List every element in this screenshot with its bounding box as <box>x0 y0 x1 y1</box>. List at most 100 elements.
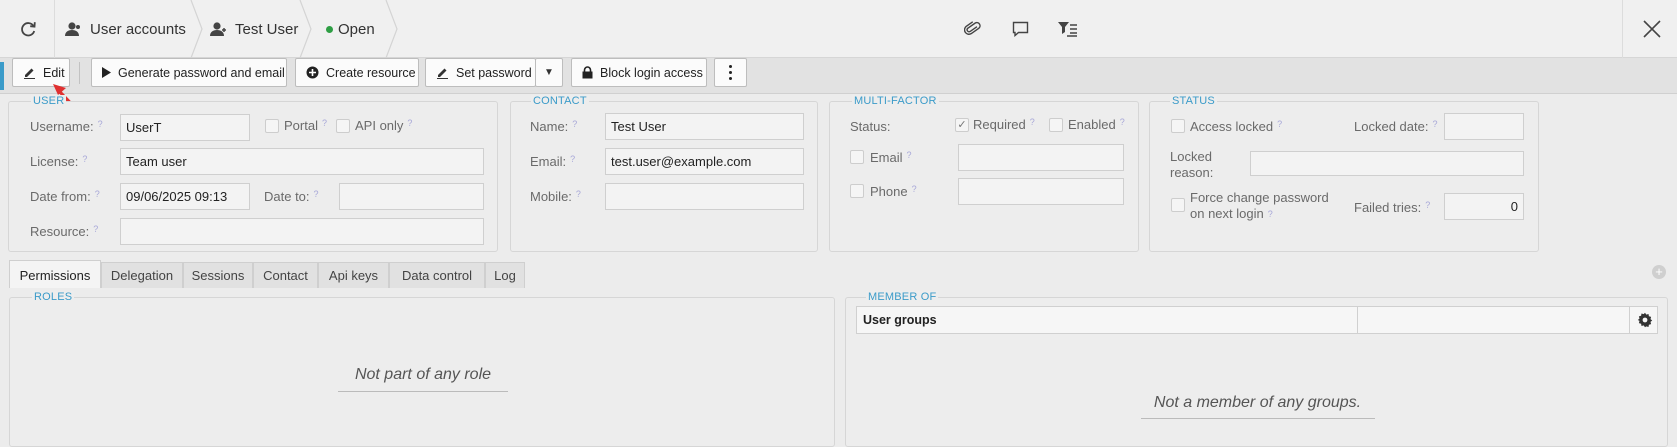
date-from-label: Date from:? <box>30 189 100 204</box>
force-change-password-checkbox[interactable] <box>1171 198 1185 212</box>
failed-tries-label: Failed tries:? <box>1354 200 1431 215</box>
lock-icon <box>582 66 593 79</box>
roles-empty-text: Not part of any role <box>354 366 492 383</box>
breadcrumb-status[interactable]: Open <box>326 0 375 58</box>
breadcrumb-test-user[interactable]: Test User <box>209 0 298 58</box>
breadcrumb-label: Test User <box>235 20 299 38</box>
breadcrumb-separator <box>299 0 312 58</box>
mfa-required-checkbox[interactable]: ✓ <box>955 118 969 132</box>
top-bar: User accounts Test User Open <box>0 0 1677 58</box>
portal-checkbox[interactable] <box>265 119 279 133</box>
tab-permissions[interactable]: Permissions <box>9 260 101 289</box>
pencil-icon <box>23 66 36 79</box>
license-label: License:? <box>30 154 88 169</box>
license-field[interactable]: Team user <box>120 148 484 175</box>
mfa-phone-label: Phone? <box>870 184 917 199</box>
date-to-field[interactable] <box>339 183 484 210</box>
attachment-icon[interactable] <box>963 20 982 38</box>
portal-label: Portal? <box>284 118 327 133</box>
email-field[interactable]: test.user@example.com <box>605 148 804 175</box>
play-icon <box>102 67 111 78</box>
breadcrumb-separator <box>385 0 398 58</box>
locked-reason-label: Locked reason: <box>1170 149 1214 180</box>
access-locked-checkbox[interactable] <box>1171 119 1185 133</box>
add-circle-icon <box>306 66 319 79</box>
mfa-enabled-checkbox[interactable] <box>1049 118 1063 132</box>
tab-api-keys[interactable]: Api keys <box>318 262 389 288</box>
breadcrumb-label: Open <box>338 20 375 38</box>
contact-section-title: CONTACT <box>531 95 589 107</box>
action-toolbar: Edit Generate password and email Create … <box>0 58 1677 94</box>
roles-section: ROLES Not part of any role <box>9 291 835 447</box>
date-from-field[interactable]: 09/06/2025 09:13 <box>120 183 250 210</box>
api-only-checkbox[interactable] <box>336 119 350 133</box>
column-divider <box>1629 307 1630 333</box>
block-login-label: Block login access <box>600 65 703 80</box>
tab-log[interactable]: Log <box>485 262 525 288</box>
member-of-section-title: MEMBER OF <box>866 291 939 303</box>
failed-tries-field: 0 <box>1444 193 1524 220</box>
user-section-title: USER <box>31 95 67 107</box>
member-of-section: MEMBER OF User groups Not a member of an… <box>845 291 1668 447</box>
date-to-label: Date to:? <box>264 189 319 204</box>
set-password-label: Set password <box>456 65 532 80</box>
generate-password-email-button[interactable]: Generate password and email <box>91 58 287 87</box>
email-label: Email:? <box>530 154 576 169</box>
username-label: Username:? <box>30 119 103 134</box>
tab-contact[interactable]: Contact <box>253 262 318 288</box>
roles-section-title: ROLES <box>32 291 75 303</box>
mfa-phone-field[interactable] <box>958 178 1124 205</box>
caret-down-icon: ▼ <box>544 67 554 78</box>
mobile-field[interactable] <box>605 183 804 210</box>
username-field[interactable]: UserT <box>120 114 250 141</box>
set-password-dropdown-button[interactable]: ▼ <box>535 58 563 87</box>
resource-label: Resource:? <box>30 224 99 239</box>
comment-icon[interactable] <box>1012 21 1029 38</box>
mfa-required-label: Required? <box>973 117 1035 132</box>
name-field[interactable]: Test User <box>605 113 804 140</box>
selection-indicator <box>0 62 4 90</box>
mfa-status-label: Status: <box>850 119 891 134</box>
multi-factor-section-title: MULTI-FACTOR <box>852 95 939 107</box>
pencil-icon <box>436 66 449 79</box>
create-resource-label: Create resource <box>326 65 416 80</box>
tab-data-control[interactable]: Data control <box>389 262 485 288</box>
member-of-empty-underline <box>1141 418 1375 419</box>
set-password-button[interactable]: Set password <box>425 58 536 87</box>
force-change-password-label: Force change password on next login? <box>1190 190 1329 221</box>
mobile-label: Mobile:? <box>530 189 581 204</box>
create-resource-button[interactable]: Create resource <box>295 58 419 87</box>
more-vertical-icon <box>729 65 732 80</box>
breadcrumb-label: User accounts <box>90 20 186 38</box>
block-login-access-button[interactable]: Block login access <box>571 58 707 87</box>
refresh-icon[interactable] <box>18 19 38 39</box>
locked-date-field[interactable] <box>1444 113 1524 140</box>
tab-delegation[interactable]: Delegation <box>101 262 183 288</box>
mfa-enabled-label: Enabled? <box>1068 117 1125 132</box>
member-of-empty-text: Not a member of any groups. <box>1153 394 1362 411</box>
user-groups-table-header: User groups <box>856 306 1658 334</box>
user-group-icon <box>64 21 82 37</box>
tab-content-panel: ROLES Not part of any role MEMBER OF Use… <box>0 288 1677 447</box>
add-tab-icon[interactable]: + <box>1652 265 1666 279</box>
mfa-email-checkbox[interactable] <box>850 150 864 164</box>
filter-list-icon[interactable] <box>1058 21 1078 37</box>
status-dot-icon <box>326 25 333 33</box>
close-icon[interactable] <box>1643 20 1661 38</box>
api-only-label: API only? <box>355 118 413 133</box>
locked-date-label: Locked date:? <box>1354 119 1438 134</box>
generate-label: Generate password and email <box>118 65 285 80</box>
more-actions-button[interactable] <box>714 58 747 87</box>
roles-empty-underline <box>338 391 508 392</box>
status-section-title: STATUS <box>1170 95 1217 107</box>
locked-reason-field[interactable] <box>1250 151 1524 176</box>
access-locked-label: Access locked? <box>1190 119 1283 134</box>
mfa-phone-checkbox[interactable] <box>850 184 864 198</box>
tab-sessions[interactable]: Sessions <box>183 262 253 288</box>
mfa-email-field[interactable] <box>958 144 1124 171</box>
gear-icon[interactable] <box>1637 312 1653 328</box>
breadcrumb-user-accounts[interactable]: User accounts <box>64 0 186 58</box>
resource-field[interactable] <box>120 218 484 245</box>
mfa-email-label: Email? <box>870 150 912 165</box>
user-groups-column-header[interactable]: User groups <box>863 313 937 327</box>
